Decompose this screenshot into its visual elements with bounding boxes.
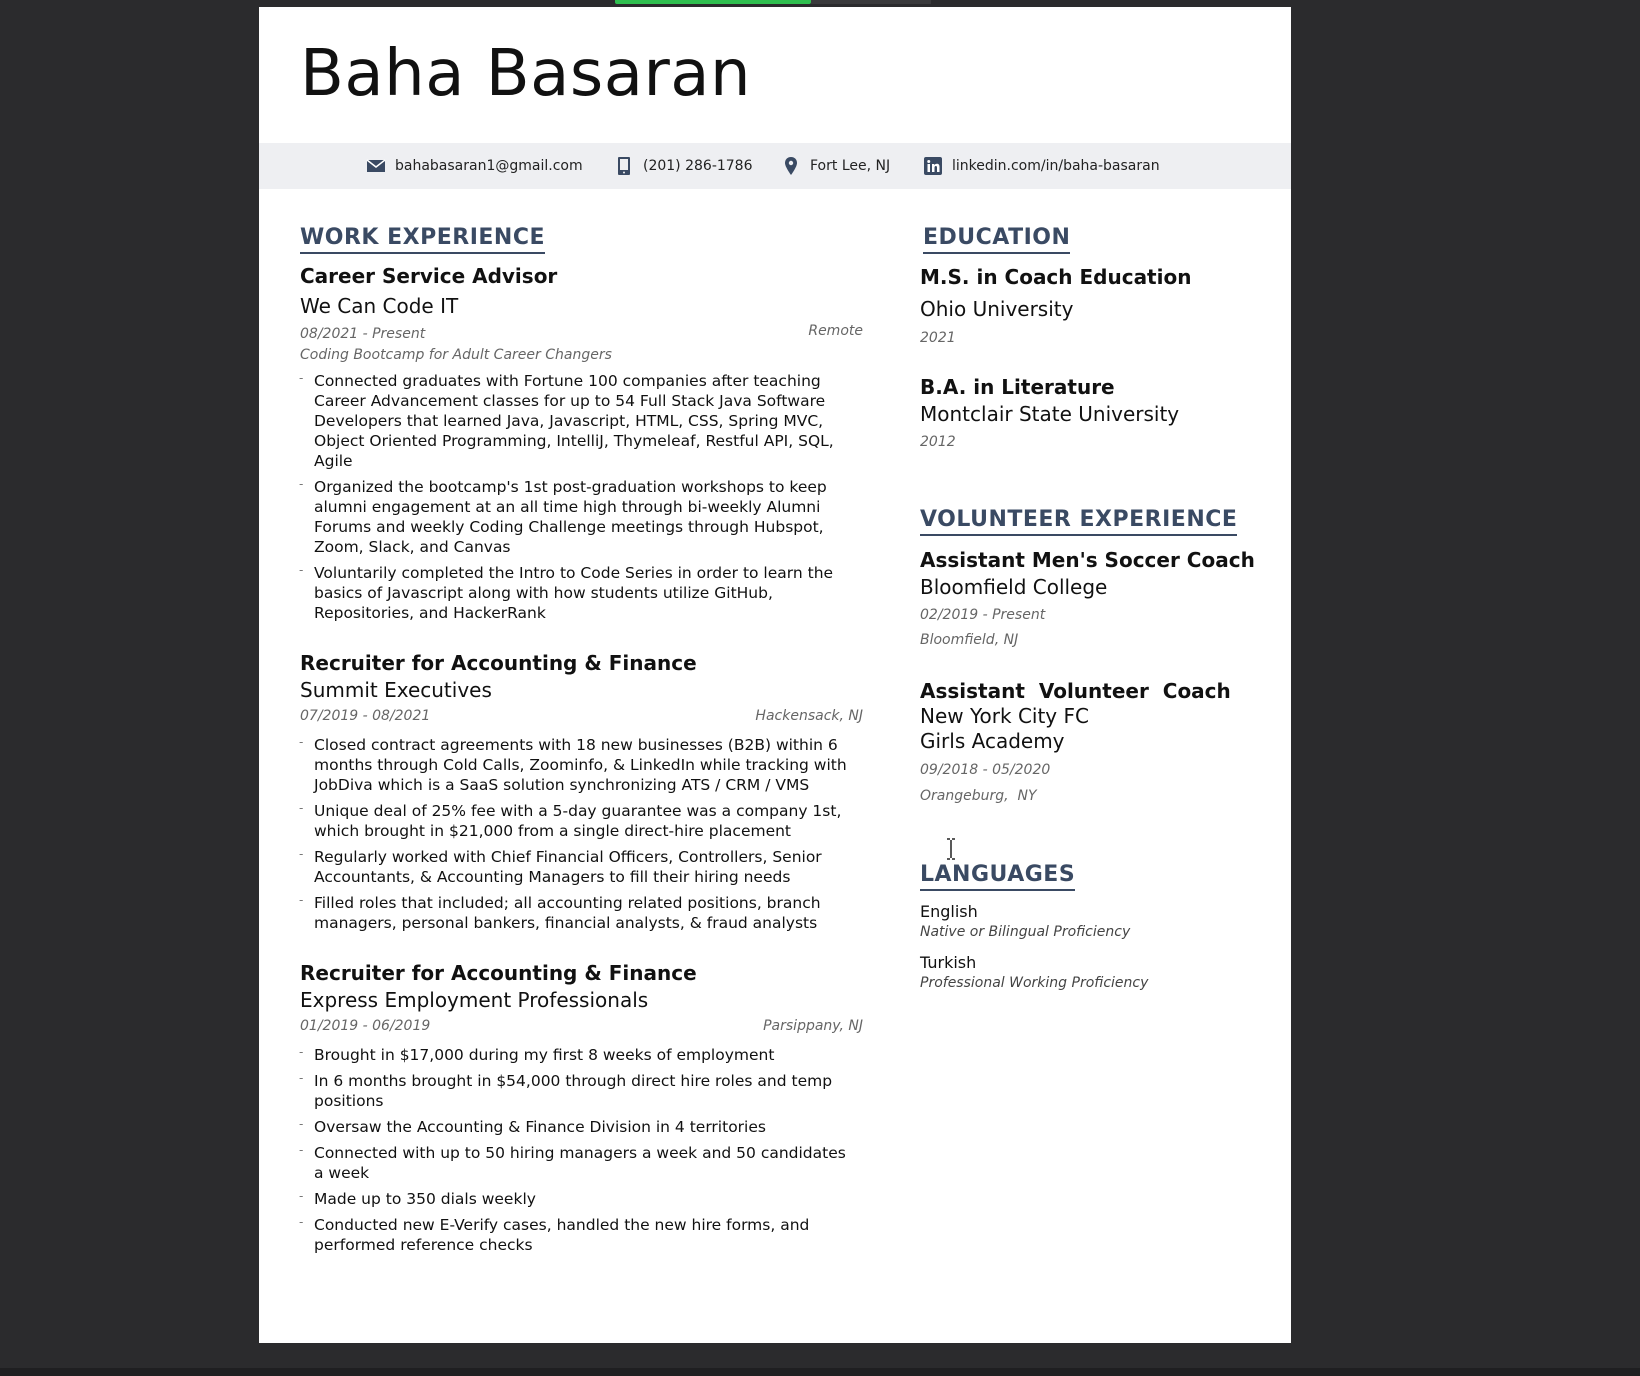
job-1-company: We Can Code IT [300,294,459,318]
language-1-name: English [920,902,978,921]
progress-indicator [615,0,811,4]
contact-phone[interactable]: (201) 286-1786 [614,143,753,189]
volunteer-1-org: Bloomfield College [920,575,1108,599]
job-1-bullet-2: Organized the bootcamp's 1st post-gradua… [299,474,859,557]
education-2-school: Montclair State University [920,402,1180,426]
contact-linkedin[interactable]: linkedin.com/in/baha-basaran [923,143,1160,189]
volunteer-2-org-line-1: New York City FC [920,704,1089,728]
resume-name: Baha Basaran [300,37,752,111]
volunteer-heading: VOLUNTEER EXPERIENCE [920,507,1238,536]
contact-bar: bahabasaran1@gmail.com (201) 286-1786 Fo… [259,143,1291,189]
job-2-bullet-2: Unique deal of 25% fee with a 5-day guar… [299,798,859,841]
volunteer-2-title: Assistant Volunteer Coach [920,679,1231,703]
job-2-dates: 07/2019 - 08/2021 [300,708,431,724]
language-2-level: Professional Working Proficiency [920,975,1149,991]
contact-phone-text: (201) 286-1786 [643,158,753,174]
job-1-bullet-3: Voluntarily completed the Intro to Code … [299,560,859,623]
language-1-level: Native or Bilingual Proficiency [920,924,1131,940]
job-3-company: Express Employment Professionals [300,988,649,1012]
language-2-name: Turkish [920,953,977,972]
bottom-bar [0,1368,1640,1376]
job-3-title: Recruiter for Accounting & Finance [300,961,697,985]
education-heading: EDUCATION [923,225,1071,254]
job-3-bullet-4: Connected with up to 50 hiring managers … [299,1140,859,1183]
phone-icon [618,157,630,175]
volunteer-1-location: Bloomfield, NJ [920,632,1019,648]
job-1-dates: 08/2021 - Present [300,326,426,342]
envelope-icon [366,159,386,172]
volunteer-2-org-line-2: Girls Academy [920,729,1065,753]
job-3-bullet-3: Oversaw the Accounting & Finance Divisio… [299,1114,859,1137]
volunteer-2-dates: 09/2018 - 05/2020 [920,762,1051,778]
linkedin-icon [924,157,942,175]
job-2-bullet-3: Regularly worked with Chief Financial Of… [299,844,859,887]
education-2-degree: B.A. in Literature [920,375,1115,399]
job-2-company: Summit Executives [300,678,492,702]
document-viewer: Baha Basaran bahabasaran1@gmail.com (201… [0,0,1640,1376]
education-1-degree: M.S. in Coach Education [920,265,1192,289]
job-1-bullet-1: Connected graduates with Fortune 100 com… [299,368,859,471]
job-2-location: Hackensack, NJ [755,708,863,724]
job-2-bullet-4: Filled roles that included; all accounti… [299,890,859,933]
contact-email-text: bahabasaran1@gmail.com [395,158,583,174]
job-2-bullet-1: Closed contract agreements with 18 new b… [299,732,859,795]
languages-heading: LANGUAGES [920,862,1076,891]
job-3-dates: 01/2019 - 06/2019 [300,1018,431,1034]
map-pin-icon [785,157,797,175]
job-3-bullets: Brought in $17,000 during my first 8 wee… [299,1042,859,1261]
education-1-school: Ohio University [920,297,1074,321]
work-experience-heading: WORK EXPERIENCE [300,225,545,254]
contact-email[interactable]: bahabasaran1@gmail.com [366,143,583,189]
job-2-title: Recruiter for Accounting & Finance [300,651,697,675]
job-3-bullet-6: Conducted new E-Verify cases, handled th… [299,1212,859,1255]
job-3-location: Parsippany, NJ [763,1018,863,1034]
resume-page: Baha Basaran bahabasaran1@gmail.com (201… [259,7,1291,1343]
job-1-title: Career Service Advisor [300,264,558,288]
job-3-bullet-5: Made up to 350 dials weekly [299,1186,859,1209]
job-1-bullets: Connected graduates with Fortune 100 com… [299,368,859,629]
volunteer-2-location: Orangeburg, NY [920,788,1037,804]
volunteer-1-title: Assistant Men's Soccer Coach [920,548,1255,572]
job-1-location: Remote [808,323,863,339]
volunteer-1-dates: 02/2019 - Present [920,607,1046,623]
job-1-description: Coding Bootcamp for Adult Career Changer… [300,347,612,363]
text-cursor-icon [947,838,955,860]
contact-location: Fort Lee, NJ [781,143,890,189]
job-3-bullet-2: In 6 months brought in $54,000 through d… [299,1068,859,1111]
progress-track [811,0,931,4]
education-2-year: 2012 [920,434,956,450]
education-1-year: 2021 [920,330,956,346]
job-2-bullets: Closed contract agreements with 18 new b… [299,732,859,939]
contact-location-text: Fort Lee, NJ [810,158,891,174]
contact-linkedin-text: linkedin.com/in/baha-basaran [952,158,1160,174]
job-3-bullet-1: Brought in $17,000 during my first 8 wee… [299,1042,859,1065]
